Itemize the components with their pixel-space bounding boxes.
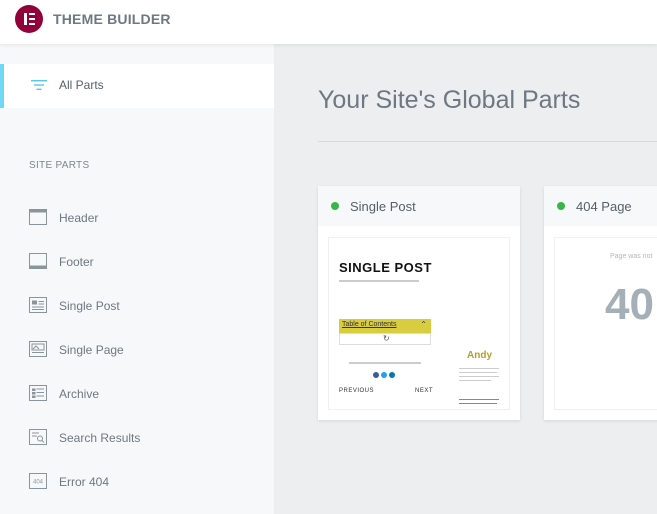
preview-text-line [459, 372, 497, 373]
preview-404-code: 40 [605, 280, 654, 329]
sidebar-item-footer[interactable]: Footer [0, 247, 274, 277]
elementor-logo[interactable] [15, 5, 43, 33]
sidebar-item-archive[interactable]: Archive [0, 379, 274, 409]
card-title: 404 Page [576, 199, 632, 214]
single-page-icon [29, 341, 47, 357]
card-header: Single Post [318, 186, 520, 226]
sidebar-item-label: Header [59, 211, 99, 225]
preview-toc-body: ↻ [339, 333, 431, 345]
facebook-icon [373, 372, 379, 378]
sidebar-item-error-404[interactable]: 404 Error 404 [0, 467, 274, 497]
search-results-icon [29, 429, 47, 445]
preview-text-line [459, 368, 499, 369]
part-card-single-post[interactable]: Single Post SINGLE POST Table of Content… [318, 186, 520, 420]
sidebar-item-label: Single Page [59, 343, 124, 357]
preview-text-line [459, 403, 497, 404]
main-content: Your Site's Global Parts Single Post SIN… [274, 44, 657, 514]
sidebar-item-label: Search Results [59, 431, 141, 445]
sidebar-item-label: Single Post [59, 299, 120, 313]
sidebar-item-label: Footer [59, 255, 94, 269]
archive-icon [29, 385, 47, 401]
preview-toc-label: Table of Contents [342, 321, 397, 328]
preview-meta-line [339, 280, 419, 282]
all-parts-label: All Parts [59, 78, 104, 92]
preview-404-message: Page was not [610, 253, 653, 260]
sidebar-item-single-page[interactable]: Single Page [0, 335, 274, 365]
preview-heading: SINGLE POST [339, 260, 432, 275]
footer-icon [29, 253, 47, 269]
preview-text-line [349, 362, 421, 364]
status-dot [557, 202, 565, 210]
404-page-preview[interactable]: Page was not 40 [554, 237, 657, 410]
site-parts-heading: SITE PARTS [29, 160, 90, 171]
preview-text-line [459, 376, 499, 377]
spinner-icon: ↻ [383, 334, 390, 343]
app-title: THEME BUILDER [53, 11, 171, 27]
card-title: Single Post [350, 199, 416, 214]
single-post-icon [29, 297, 47, 313]
preview-author-name: Andy [467, 350, 492, 361]
error-404-icon: 404 [29, 473, 47, 489]
sidebar-item-search-results[interactable]: Search Results [0, 423, 274, 453]
twitter-icon [381, 372, 387, 378]
single-post-preview[interactable]: SINGLE POST Table of Contents ⌃ ↻ PREVIO… [328, 237, 510, 410]
preview-text-line [459, 380, 491, 381]
preview-text-line [459, 399, 499, 400]
header-icon [29, 209, 47, 225]
sidebar-item-label: Error 404 [59, 475, 110, 489]
chevron-up-icon: ⌃ [420, 320, 427, 329]
sidebar-item-single-post[interactable]: Single Post [0, 291, 274, 321]
preview-prev-link: PREVIOUS [339, 388, 375, 394]
linkedin-icon [389, 372, 395, 378]
title-divider [318, 141, 657, 142]
filter-lines-icon [31, 80, 47, 90]
preview-next-link: NEXT [415, 388, 434, 394]
page-title: Your Site's Global Parts [318, 86, 581, 114]
status-dot [331, 202, 339, 210]
sidebar-item-label: Archive [59, 387, 100, 401]
top-bar: THEME BUILDER [0, 0, 657, 44]
card-header: 404 Page [544, 186, 657, 226]
sidebar-item-all-parts[interactable]: All Parts [0, 64, 274, 108]
error-404-icon-badge: 404 [33, 480, 44, 486]
preview-toc: Table of Contents ⌃ [339, 319, 431, 333]
part-card-404-page[interactable]: 404 Page Page was not 40 [544, 186, 657, 420]
sidebar: All Parts SITE PARTS Header Footer Singl… [0, 44, 274, 514]
sidebar-item-header[interactable]: Header [0, 203, 274, 233]
